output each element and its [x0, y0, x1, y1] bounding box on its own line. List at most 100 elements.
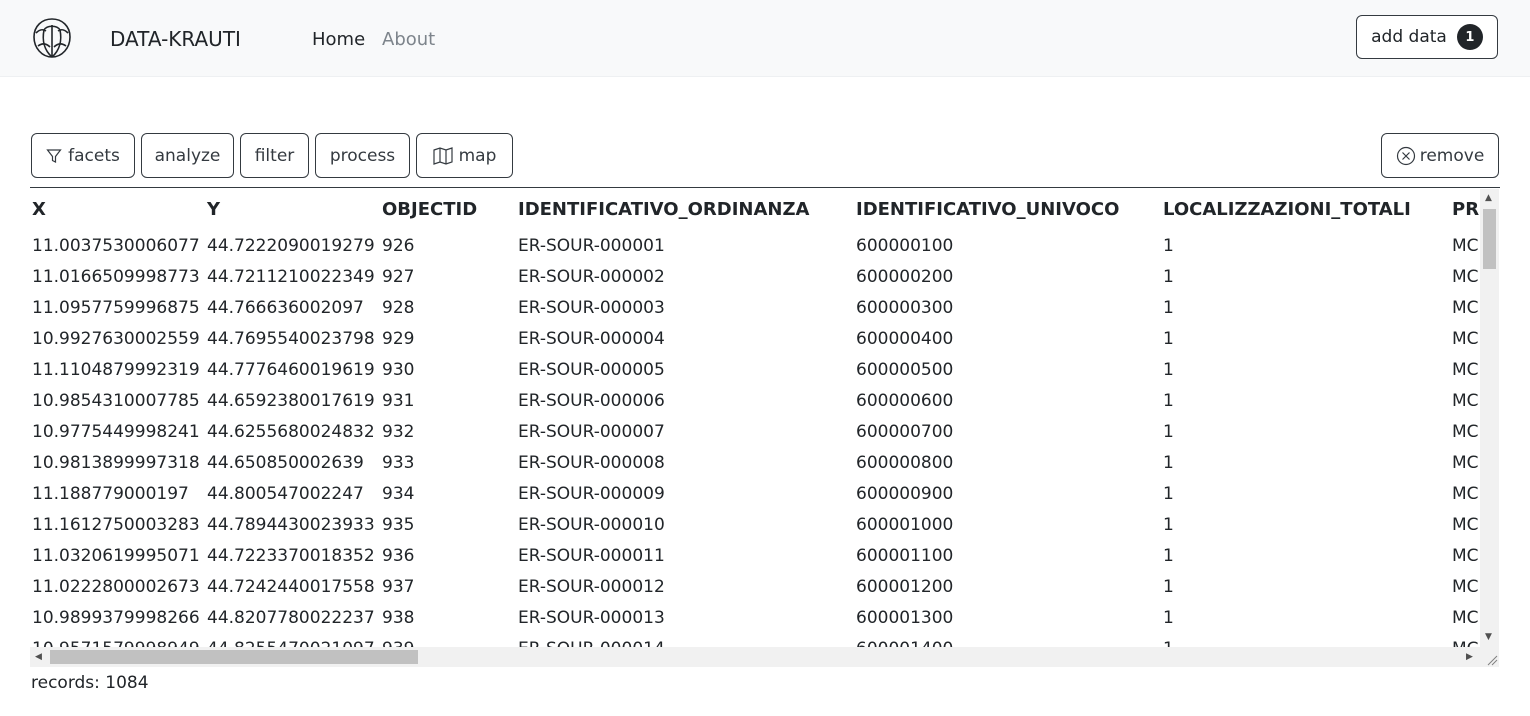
- process-button[interactable]: process: [315, 133, 410, 178]
- cell-localizzazioni-totali: 1: [1163, 266, 1174, 287]
- column-header-identificativo-univoco[interactable]: IDENTIFICATIVO_UNIVOCO: [854, 188, 1161, 230]
- facets-label: facets: [68, 145, 120, 166]
- cell-localizzazioni-totali: 1: [1163, 514, 1174, 535]
- cell-identificativo-ordinanza: ER-SOUR-000002: [518, 266, 665, 287]
- cell-objectid: 932: [382, 421, 415, 442]
- resize-handle[interactable]: [1480, 647, 1499, 667]
- analyze-label: analyze: [154, 145, 221, 166]
- cell-y: 44.7222090019279: [207, 235, 375, 256]
- cell-x: 10.9899379998266: [32, 607, 200, 628]
- cell-y: 44.650850002639: [207, 452, 364, 473]
- cell-x: 11.0037530006077: [32, 235, 200, 256]
- cell-x: 10.9813899997318: [32, 452, 200, 473]
- close-circle-icon: [1396, 146, 1415, 165]
- cell-identificativo-ordinanza: ER-SOUR-000011: [518, 545, 665, 566]
- scroll-up-arrow-icon[interactable]: ▲: [1485, 193, 1492, 203]
- cell-identificativo-ordinanza: ER-SOUR-000010: [518, 514, 665, 535]
- cell-y: 44.766636002097: [207, 297, 364, 318]
- cell-localizzazioni-totali: 1: [1163, 607, 1174, 628]
- add-data-button[interactable]: add data 1: [1356, 15, 1498, 59]
- filter-icon: [46, 148, 62, 163]
- cell-y: 44.7242440017558: [207, 576, 375, 597]
- table-row[interactable]: 11.0037530006077 44.7222090019279 926 ER-SO…: [30, 230, 1500, 261]
- cell-y: 44.8207780022237: [207, 607, 375, 628]
- table-row[interactable]: 11.188779000197 44.800547002247 934 ER-SOUR…: [30, 478, 1500, 509]
- cell-x: 11.0957759996875: [32, 297, 200, 318]
- map-icon: [433, 146, 453, 165]
- cell-identificativo-ordinanza: ER-SOUR-000013: [518, 607, 665, 628]
- table-row[interactable]: 11.0957759996875 44.766636002097 928 ER-SOU…: [30, 292, 1500, 323]
- map-button[interactable]: map: [416, 133, 513, 178]
- cell-y: 44.800547002247: [207, 483, 364, 504]
- cell-x: 11.188779000197: [32, 483, 189, 504]
- vertical-scroll-thumb[interactable]: [1483, 209, 1496, 269]
- cell-x: 11.0320619995071: [32, 545, 200, 566]
- cell-identificativo-ordinanza: ER-SOUR-000003: [518, 297, 665, 318]
- cell-identificativo-ordinanza: ER-SOUR-000008: [518, 452, 665, 473]
- table-row[interactable]: 11.0166509998773 44.7211210022349 927 ER-SO…: [30, 261, 1500, 292]
- table-row[interactable]: 11.1104879992319 44.7776460019619 930 ER-SO…: [30, 354, 1500, 385]
- cell-x: 11.1104879992319: [32, 359, 200, 380]
- cell-identificativo-ordinanza: ER-SOUR-000001: [518, 235, 665, 256]
- nav-home-link[interactable]: Home: [312, 29, 365, 50]
- cell-identificativo-ordinanza: ER-SOUR-000012: [518, 576, 665, 597]
- cabbage-icon[interactable]: [30, 16, 74, 60]
- scroll-down-arrow-icon[interactable]: ▼: [1485, 632, 1492, 642]
- table-row[interactable]: 10.9927630002559 44.7695540023798 929 ER-SO…: [30, 323, 1500, 354]
- column-header-identificativo-ordinanza[interactable]: IDENTIFICATIVO_ORDINANZA: [516, 188, 854, 230]
- cell-objectid: 935: [382, 514, 415, 535]
- horizontal-scroll-thumb[interactable]: [50, 650, 418, 664]
- navbar: DATA-KRAUTI Home About add data 1: [0, 0, 1530, 77]
- scroll-right-arrow-icon[interactable]: ▶: [1466, 652, 1473, 662]
- cell-localizzazioni-totali: 1: [1163, 297, 1174, 318]
- filter-button[interactable]: filter: [240, 133, 309, 178]
- add-data-label: add data: [1371, 27, 1447, 47]
- table-row[interactable]: 10.9854310007785 44.6592380017619 931 ER-SO…: [30, 385, 1500, 416]
- horizontal-scrollbar[interactable]: ◀ ▶: [30, 647, 1480, 667]
- cell-localizzazioni-totali: 1: [1163, 359, 1174, 380]
- cell-objectid: 937: [382, 576, 415, 597]
- cell-y: 44.7894430023933: [207, 514, 375, 535]
- table-row[interactable]: 10.9775449998241 44.6255680024832 932 ER-SO…: [30, 416, 1500, 447]
- column-header-localizzazioni-totali[interactable]: LOCALIZZAZIONI_TOTALI: [1161, 188, 1450, 230]
- cell-identificativo-univoco: 600001300: [856, 607, 954, 628]
- cell-identificativo-univoco: 600000600: [856, 390, 954, 411]
- cell-localizzazioni-totali: 1: [1163, 545, 1174, 566]
- column-header-x[interactable]: X: [30, 188, 205, 230]
- brand-name[interactable]: DATA-KRAUTI: [110, 27, 241, 51]
- cell-identificativo-ordinanza: ER-SOUR-000005: [518, 359, 665, 380]
- facets-button[interactable]: facets: [31, 133, 135, 178]
- analyze-button[interactable]: analyze: [141, 133, 234, 178]
- column-header-y[interactable]: Y: [205, 188, 380, 230]
- column-header-objectid[interactable]: OBJECTID: [380, 188, 516, 230]
- cell-identificativo-univoco: 600000400: [856, 328, 954, 349]
- cell-x: 10.9854310007785: [32, 390, 200, 411]
- cell-identificativo-univoco: 600000800: [856, 452, 954, 473]
- cell-identificativo-univoco: 600000500: [856, 359, 954, 380]
- cell-identificativo-univoco: 600001000: [856, 514, 954, 535]
- cell-x: 10.9927630002559: [32, 328, 200, 349]
- cell-localizzazioni-totali: 1: [1163, 235, 1174, 256]
- table-row[interactable]: 11.1612750003283 44.7894430023933 935 ER-SO…: [30, 509, 1500, 540]
- cell-objectid: 930: [382, 359, 415, 380]
- cell-x: 10.9775449998241: [32, 421, 200, 442]
- cell-identificativo-ordinanza: ER-SOUR-000007: [518, 421, 665, 442]
- cell-localizzazioni-totali: 1: [1163, 390, 1174, 411]
- nav-about-link[interactable]: About: [382, 29, 435, 50]
- cell-identificativo-ordinanza: ER-SOUR-000009: [518, 483, 665, 504]
- data-table: X Y OBJECTID IDENTIFICATIVO_ORDINANZA ID…: [30, 188, 1500, 664]
- remove-label: remove: [1419, 145, 1485, 166]
- cell-y: 44.6255680024832: [207, 421, 375, 442]
- table-row[interactable]: 11.0320619995071 44.7223370018352 936 ER-SO…: [30, 540, 1500, 571]
- table-row[interactable]: 11.0222800002673 44.7242440017558 937 ER-SO…: [30, 571, 1500, 602]
- remove-button[interactable]: remove: [1381, 133, 1499, 178]
- cell-identificativo-univoco: 600000200: [856, 266, 954, 287]
- table-row[interactable]: 10.9899379998266 44.8207780022237 938 ER-SO…: [30, 602, 1500, 633]
- table-header-row: X Y OBJECTID IDENTIFICATIVO_ORDINANZA ID…: [30, 188, 1500, 230]
- cell-y: 44.7776460019619: [207, 359, 375, 380]
- scroll-left-arrow-icon[interactable]: ◀: [35, 652, 42, 662]
- filter-label: filter: [254, 145, 295, 166]
- vertical-scrollbar[interactable]: ▲ ▼: [1480, 189, 1499, 647]
- cell-localizzazioni-totali: 1: [1163, 576, 1174, 597]
- table-row[interactable]: 10.9813899997318 44.650850002639 933 ER-SOU…: [30, 447, 1500, 478]
